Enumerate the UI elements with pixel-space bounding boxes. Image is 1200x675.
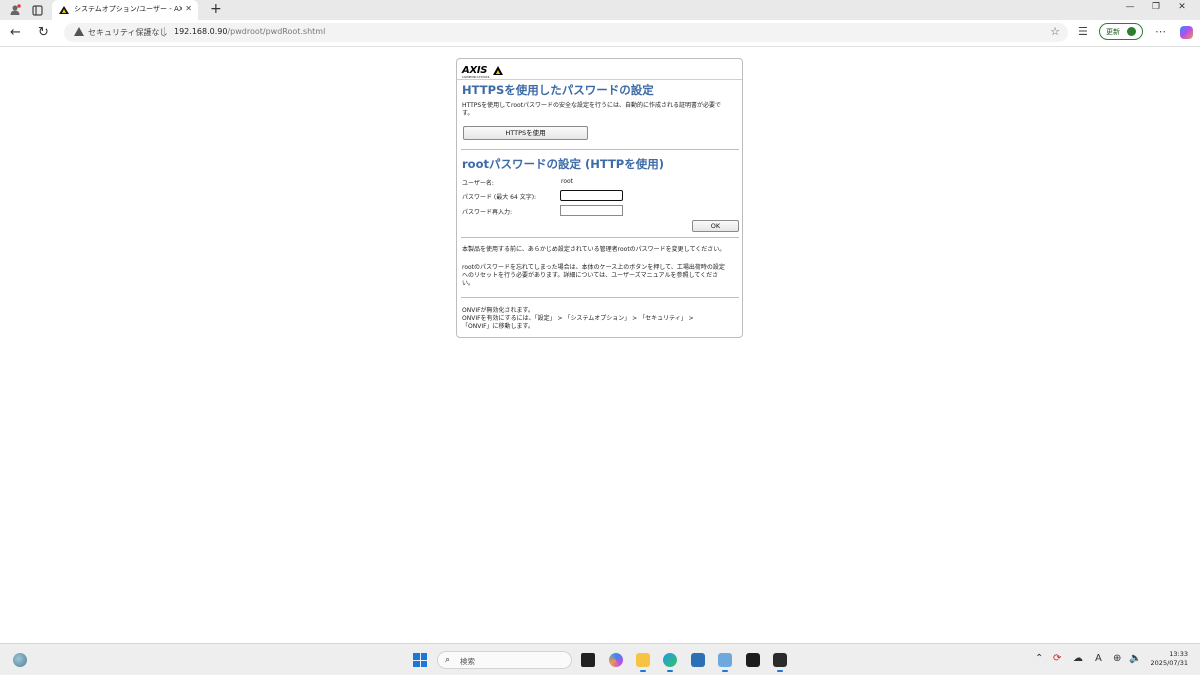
- password-setup-panel: AXIS COMMUNICATIONS HTTPSを使用したパスワードの設定 H…: [456, 58, 743, 338]
- axis-logo-triangle-icon: [493, 66, 503, 75]
- task-view-icon[interactable]: [581, 653, 595, 667]
- tray-app-icon[interactable]: ⟳: [1053, 653, 1061, 664]
- browser-tab-strip: システムオプション/ユーザー - AXIS M3 ✕ + — ❐ ✕: [0, 0, 1200, 20]
- close-tab-icon[interactable]: ✕: [185, 4, 192, 13]
- onedrive-icon[interactable]: ☁: [1073, 653, 1083, 664]
- remote-desktop-icon[interactable]: [718, 653, 732, 672]
- password-label: パスワード (最大 64 文字):: [462, 194, 537, 201]
- start-button[interactable]: [413, 653, 427, 667]
- confirm-password-label: パスワード再入力:: [462, 209, 513, 216]
- update-button[interactable]: 更新: [1099, 23, 1143, 40]
- more-menu-icon[interactable]: ⋯: [1155, 25, 1166, 38]
- weather-widget-icon[interactable]: [13, 653, 27, 667]
- https-title: HTTPSを使用したパスワードの設定: [462, 83, 654, 97]
- back-arrow-icon[interactable]: ←: [10, 25, 21, 40]
- onvif-notice: ONVIFが無効化されます。 ONVIFを有効にするには、「設定」 > 「システ…: [462, 307, 694, 330]
- address-bar[interactable]: セキュリティ保護なし 192.168.0.90/pwdroot/pwdRoot.…: [64, 23, 1068, 42]
- close-window-icon[interactable]: ✕: [1174, 2, 1190, 12]
- tab-title: システムオプション/ユーザー - AXIS M3: [74, 5, 182, 13]
- axis-favicon-icon: [59, 6, 69, 14]
- search-icon: ⌕: [445, 655, 451, 665]
- store-icon[interactable]: [691, 653, 705, 667]
- edge-browser-icon[interactable]: [663, 653, 677, 672]
- forgot-password-notice: rootのパスワードを忘れてしまった場合は、本体のケース上のボタンを押して、工場…: [462, 264, 725, 287]
- terminal-icon[interactable]: [746, 653, 760, 667]
- https-description: HTTPSを使用してrootパスワードの安全な設定を行うには、自動的に作成される…: [462, 102, 722, 117]
- header-divider: [457, 79, 742, 80]
- url-text[interactable]: 192.168.0.90/pwdroot/pwdRoot.shtml: [174, 27, 325, 36]
- volume-icon[interactable]: 🔈: [1129, 653, 1141, 664]
- username-label: ユーザー名:: [462, 180, 494, 187]
- system-clock[interactable]: 13:33 2025/07/31: [1150, 650, 1188, 668]
- update-face-icon: [1127, 27, 1136, 36]
- change-password-notice: 本製品を使用する前に、あらかじめ設定されている管理者rootのパスワードを変更し…: [462, 246, 726, 253]
- tab-actions-icon[interactable]: [30, 3, 44, 17]
- ime-indicator[interactable]: A: [1095, 653, 1102, 664]
- use-https-button[interactable]: HTTPSを使用: [463, 126, 588, 140]
- new-tab-button[interactable]: +: [210, 1, 222, 17]
- root-password-title: rootパスワードの設定 (HTTPを使用): [462, 157, 664, 171]
- restore-icon[interactable]: ❐: [1148, 2, 1164, 12]
- security-status[interactable]: セキュリティ保護なし: [88, 27, 168, 38]
- file-explorer-icon[interactable]: [636, 653, 650, 672]
- taskbar-search[interactable]: ⌕ 検索: [437, 651, 572, 669]
- copilot-icon[interactable]: [1180, 26, 1193, 39]
- tab-axis[interactable]: システムオプション/ユーザー - AXIS M3 ✕: [52, 0, 198, 20]
- refresh-icon[interactable]: ↻: [38, 25, 49, 40]
- section-divider: [461, 149, 739, 150]
- address-divider: [164, 27, 165, 37]
- favorites-list-icon[interactable]: ☰: [1078, 25, 1088, 38]
- network-icon[interactable]: ⊕: [1113, 653, 1121, 664]
- command-prompt-icon[interactable]: [773, 653, 787, 672]
- section-divider: [461, 297, 739, 298]
- warning-icon: [74, 27, 84, 36]
- windows-taskbar: ⌕ 検索 ⌃ ⟳ ☁ A ⊕ 🔈 13:33 2025/07/31: [0, 643, 1200, 675]
- username-value: root: [561, 178, 574, 185]
- ok-button[interactable]: OK: [692, 220, 739, 232]
- favorite-star-icon[interactable]: ☆: [1050, 25, 1060, 38]
- password-input[interactable]: [560, 190, 623, 201]
- tray-chevron-up-icon[interactable]: ⌃: [1035, 653, 1043, 664]
- section-divider: [461, 237, 739, 238]
- browser-toolbar: ← ↻ セキュリティ保護なし 192.168.0.90/pwdroot/pwdR…: [0, 20, 1200, 47]
- profile-icon[interactable]: [8, 3, 22, 17]
- axis-logo: AXIS COMMUNICATIONS: [462, 65, 504, 80]
- confirm-password-input[interactable]: [560, 205, 623, 216]
- minimize-icon[interactable]: —: [1122, 2, 1138, 12]
- copilot-app-icon[interactable]: [609, 653, 623, 667]
